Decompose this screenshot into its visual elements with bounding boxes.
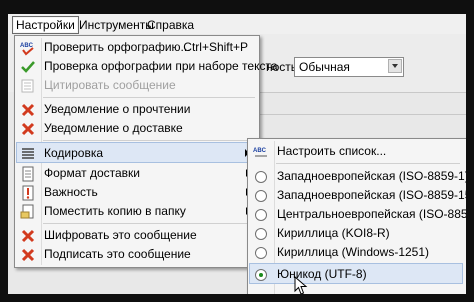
menu-item-delivery-receipt[interactable]: Уведомление о доставке — [16, 119, 256, 138]
abc-customize-icon: ABC — [253, 148, 267, 157]
menu-item-encoding-windows-1251[interactable]: Кириллица (Windows-1251) — [249, 243, 463, 262]
radio-button — [255, 190, 267, 202]
document-icon — [22, 166, 34, 182]
menu-item-read-receipt[interactable]: Уведомление о прочтении — [16, 100, 256, 119]
menu-item-label: Уведомление о прочтении — [44, 102, 191, 116]
menu-separator — [276, 163, 460, 164]
menubar: Настройки Инструменты Справка — [8, 14, 466, 35]
menu-help[interactable]: Справка — [144, 17, 197, 33]
lines-icon — [22, 148, 34, 159]
menu-item-label: Юникод (UTF-8) — [277, 267, 367, 281]
menu-item-label: Настроить список... — [277, 144, 387, 158]
red-x-icon — [21, 122, 35, 136]
menu-item-copy-to-folder[interactable]: Поместить копию в папку — [16, 202, 256, 221]
thunderbird-compose-window: Настройки Инструменты Справка ность: Обы… — [8, 14, 466, 294]
importance-value: Обычная — [299, 60, 350, 74]
menu-settings[interactable]: Настройки — [12, 16, 79, 34]
menu-item-label: Западноевропейская (ISO-8859-15) — [277, 188, 466, 202]
radio-button — [255, 247, 267, 259]
menu-item-importance[interactable]: Важность — [16, 183, 256, 202]
menu-item-label: Проверка орфографии при наборе текста — [44, 59, 278, 73]
menu-item-spellcheck-as-you-type[interactable]: Проверка орфографии при наборе текста — [16, 57, 278, 76]
menu-item-label: Уведомление о доставке — [44, 121, 183, 135]
menu-item-label: Подписать это сообщение — [44, 247, 191, 261]
folder-icon — [20, 204, 34, 219]
menu-item-label: Кодировка — [44, 146, 104, 160]
radio-button — [255, 209, 267, 221]
menu-item-encoding-iso-8859-15[interactable]: Западноевропейская (ISO-8859-15) — [249, 186, 466, 205]
menu-separator — [43, 223, 255, 224]
radio-button — [255, 228, 267, 240]
importance-select[interactable]: Обычная — [294, 57, 404, 77]
menu-item-quote-message: Цитировать сообщение — [16, 76, 256, 95]
menu-item-sign-message[interactable]: Подписать это сообщение — [16, 245, 256, 264]
header-divider — [248, 92, 466, 93]
menu-item-encoding-iso-8859-2[interactable]: Центральноевропейская (ISO-8859-2) — [249, 205, 466, 224]
menu-separator — [43, 140, 255, 141]
menu-item-label: Цитировать сообщение — [44, 78, 176, 92]
menu-item-label: Шифровать это сообщение — [44, 228, 197, 242]
menu-item-label: Западноевропейская (ISO-8859-1) — [277, 169, 466, 183]
red-x-icon — [21, 229, 35, 243]
menu-item-label: Кириллица (KOI8-R) — [277, 226, 390, 240]
radio-button — [255, 171, 267, 183]
radio-button-selected — [255, 269, 267, 281]
exclamation-icon — [22, 185, 34, 201]
menu-item-label: Важность — [44, 185, 98, 199]
menu-item-label: Кириллица (Windows-1251) — [277, 245, 430, 259]
settings-menu: ABC Проверить орфографию... Ctrl+Shift+P… — [14, 35, 278, 268]
menu-item-customize-list[interactable]: ABC Настроить список... — [249, 142, 463, 161]
menu-item-encoding[interactable]: Кодировка — [16, 142, 256, 163]
menu-item-encrypt-message[interactable]: Шифровать это сообщение — [16, 226, 256, 245]
menu-item-label: Поместить копию в папку — [44, 204, 186, 218]
menu-item-encoding-koi8-r[interactable]: Кириллица (KOI8-R) — [249, 224, 463, 243]
header-divider — [248, 114, 466, 115]
menu-item-encoding-iso-8859-1[interactable]: Западноевропейская (ISO-8859-1) — [249, 167, 466, 186]
menu-item-encoding-utf-8[interactable]: Юникод (UTF-8) — [249, 263, 463, 284]
menu-item-check-spelling[interactable]: ABC Проверить орфографию... Ctrl+Shift+P — [16, 38, 256, 57]
quote-icon — [21, 79, 34, 93]
menu-item-label: Формат доставки — [44, 166, 140, 180]
encoding-submenu: ABC Настроить список... Западноевропейск… — [247, 138, 466, 294]
menu-item-label: Центральноевропейская (ISO-8859-2) — [277, 207, 466, 221]
abc-spellcheck-icon: ABC — [20, 43, 34, 56]
red-x-icon — [21, 103, 35, 117]
red-x-icon — [21, 248, 35, 262]
menu-item-delivery-format[interactable]: Формат доставки — [16, 164, 256, 183]
checkmark-icon — [21, 61, 35, 73]
menu-item-label: Проверить орфографию... — [44, 40, 191, 54]
menu-separator — [43, 97, 255, 98]
menu-item-shortcut: Ctrl+Shift+P — [183, 40, 248, 54]
mouse-cursor-icon — [294, 276, 308, 294]
chevron-down-icon[interactable] — [388, 59, 402, 73]
svg-text:ABC: ABC — [253, 148, 267, 154]
